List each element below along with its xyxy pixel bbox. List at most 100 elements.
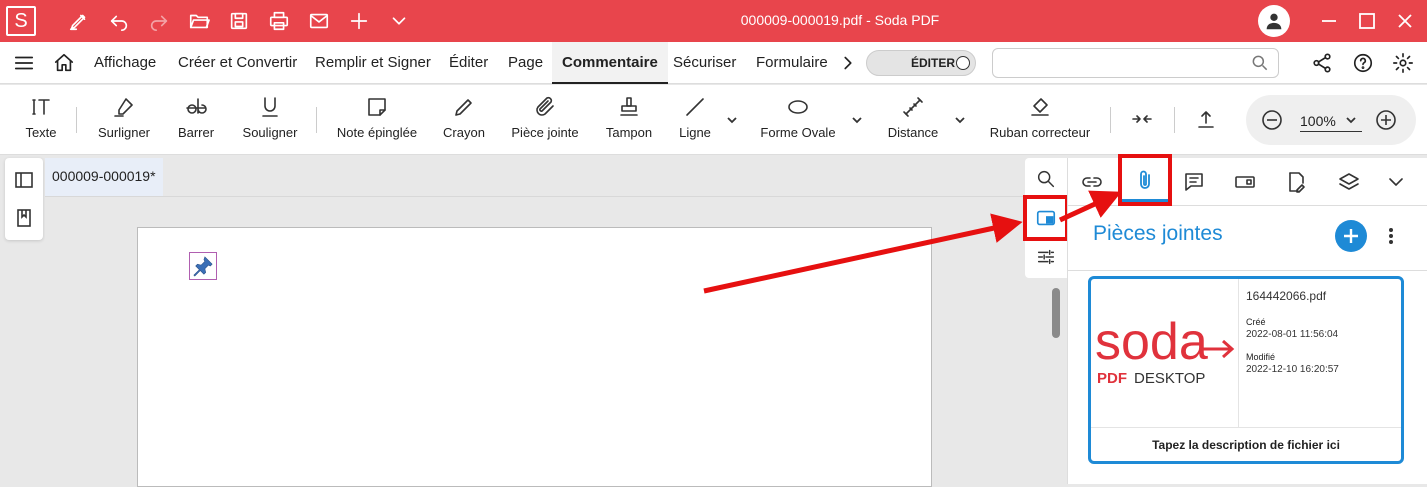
tool-forme-ovale[interactable]: Forme Ovale [760, 85, 836, 155]
pdf-page[interactable] [137, 227, 932, 487]
attachment-metadata: 164442066.pdf Créé 2022-08-01 11:56:04 M… [1246, 289, 1396, 375]
menu-creer-convertir[interactable]: Créer et Convertir [178, 42, 297, 84]
edit-toggle-label: ÉDITER [911, 56, 956, 70]
zoom-chevron-icon [1344, 113, 1358, 127]
tool-surligner[interactable]: Surligner [96, 85, 152, 155]
tool-label: Tampon [605, 125, 653, 140]
undo-icon[interactable] [106, 8, 132, 34]
search-icon[interactable] [1250, 53, 1270, 73]
tool-label: Ligne [679, 125, 711, 140]
user-icon [1266, 13, 1282, 30]
hamburger-menu-icon[interactable] [12, 51, 36, 75]
plus-icon[interactable] [346, 8, 372, 34]
zoom-select[interactable]: 100% [1300, 113, 1362, 132]
comments-tab-icon[interactable] [1180, 168, 1208, 196]
tool-ruban-correcteur[interactable]: Ruban correcteur [988, 85, 1092, 155]
toolbar-separator [1110, 107, 1111, 133]
search-input[interactable] [993, 49, 1233, 77]
help-icon[interactable] [1351, 51, 1375, 75]
layers-tab-icon[interactable] [1335, 168, 1363, 196]
tool-collapse[interactable] [1128, 85, 1156, 155]
search-box [992, 48, 1279, 78]
add-attachment-button[interactable] [1335, 220, 1367, 252]
adjust-sliders-icon[interactable] [1035, 246, 1057, 268]
save-icon[interactable] [226, 8, 252, 34]
tool-label: Ruban correcteur [989, 125, 1091, 140]
highlight-icon [108, 93, 140, 121]
distance-dropdown-caret[interactable] [954, 113, 966, 125]
attachments-panel-button[interactable] [1023, 195, 1069, 241]
document-tab[interactable]: 000009-000019* [45, 158, 163, 196]
tool-piece-jointe[interactable]: Pièce jointe [511, 85, 579, 155]
attachment-file-name: 164442066.pdf [1246, 289, 1327, 303]
minimize-button[interactable] [1316, 8, 1342, 34]
toolbar-separator [76, 107, 77, 133]
tool-ligne[interactable]: Ligne [678, 85, 712, 155]
close-button[interactable] [1392, 8, 1418, 34]
maximize-button[interactable] [1354, 8, 1380, 34]
panel-tabs [1068, 154, 1427, 206]
pinned-note-annotation[interactable] [189, 252, 217, 280]
paperclip-icon [529, 93, 561, 121]
stamp-icon [613, 93, 645, 121]
menu-affichage[interactable]: Affichage [94, 42, 156, 84]
form-fields-tab-icon[interactable] [1231, 168, 1259, 196]
eraser-icon [1024, 93, 1056, 121]
panel-toggle-icon[interactable] [14, 170, 34, 190]
tool-label: Distance [887, 125, 939, 140]
tool-label: Barrer [177, 125, 215, 140]
find-search-icon[interactable] [1035, 168, 1057, 190]
chevron-down-icon[interactable] [386, 8, 412, 34]
chevron-right-icon[interactable] [836, 51, 860, 75]
tool-barrer[interactable]: Barrer [176, 85, 216, 155]
tool-distance[interactable]: Distance [886, 85, 940, 155]
app-logo[interactable]: S [6, 6, 36, 36]
mail-icon[interactable] [306, 8, 332, 34]
line-icon [679, 93, 711, 121]
window-title: 000009-000019.pdf - Soda PDF [740, 12, 940, 28]
text-icon [25, 93, 57, 121]
bookmark-icon[interactable] [14, 208, 34, 228]
attachment-card[interactable]: soda PDF DESKTOP 164442066.pdf Créé 2022… [1088, 276, 1404, 464]
menu-page[interactable]: Page [508, 42, 543, 84]
tool-crayon[interactable]: Crayon [443, 85, 485, 155]
tool-label: Souligner [242, 125, 298, 140]
menu-securiser[interactable]: Sécuriser [673, 42, 736, 84]
zoom-in-icon[interactable] [1374, 108, 1398, 132]
attachments-tab[interactable] [1118, 154, 1172, 206]
tool-texte[interactable]: Texte [22, 85, 60, 155]
home-icon[interactable] [52, 51, 76, 75]
zoom-out-icon[interactable] [1260, 108, 1284, 132]
signatures-tab-icon[interactable] [1282, 168, 1310, 196]
user-avatar[interactable] [1258, 5, 1290, 37]
logo-brand: soda [1095, 313, 1208, 371]
attachment-description-field[interactable]: Tapez la description de fichier ici [1091, 427, 1401, 461]
tool-souligner[interactable]: Souligner [242, 85, 298, 155]
menu-editer[interactable]: Éditer [449, 42, 488, 84]
oval-dropdown-caret[interactable] [851, 113, 863, 125]
sign-pen-icon[interactable] [66, 8, 92, 34]
tool-label: Forme Ovale [760, 125, 836, 140]
tool-export[interactable] [1192, 85, 1220, 155]
tool-tampon[interactable]: Tampon [605, 85, 653, 155]
more-tabs-chevron-icon[interactable] [1382, 168, 1410, 196]
more-options-icon[interactable] [1384, 224, 1398, 248]
logo-sub-desktop: DESKTOP [1134, 370, 1205, 387]
menu-commentaire[interactable]: Commentaire [552, 42, 668, 84]
edit-mode-toggle[interactable]: ÉDITER [866, 50, 976, 76]
share-icon[interactable] [1310, 51, 1334, 75]
open-folder-icon[interactable] [186, 8, 212, 34]
ligne-dropdown-caret[interactable] [726, 113, 738, 125]
menu-formulaire[interactable]: Formulaire [756, 42, 828, 84]
tool-label: Surligner [97, 125, 151, 140]
zoom-value: 100% [1300, 113, 1336, 129]
print-icon[interactable] [266, 8, 292, 34]
redo-icon[interactable] [146, 8, 172, 34]
tool-label: Note épinglée [336, 125, 418, 140]
settings-gear-icon[interactable] [1391, 51, 1415, 75]
tool-note-epinglee[interactable]: Note épinglée [337, 85, 417, 155]
vertical-scrollbar[interactable] [1052, 288, 1060, 338]
upload-icon [1190, 105, 1222, 133]
menu-remplir-signer[interactable]: Remplir et Signer [315, 42, 431, 84]
links-tab-icon[interactable] [1078, 168, 1106, 196]
